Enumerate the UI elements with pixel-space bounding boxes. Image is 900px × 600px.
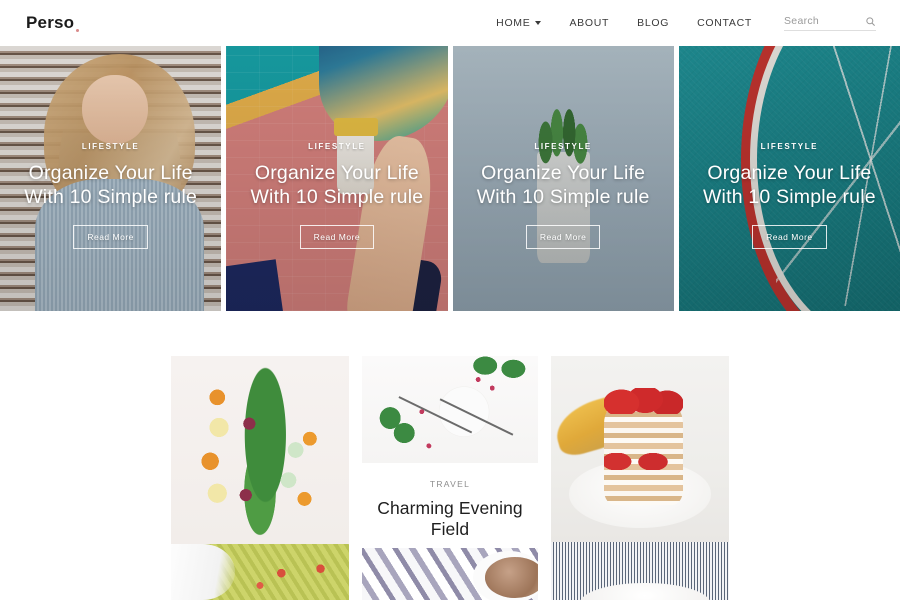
hero-carousel: LIFESTYLE Organize Your Life With 10 Sim… (0, 46, 900, 311)
nav-item-home-label: HOME (496, 17, 531, 29)
read-more-button-3[interactable]: Read More (525, 224, 601, 249)
nav-item-contact[interactable]: CONTACT (683, 17, 766, 29)
post-thumbnail-striped-towel[interactable] (362, 547, 538, 600)
nav-item-contact-label: CONTACT (697, 17, 752, 29)
post-category: TRAVEL (429, 478, 471, 489)
nav-item-blog-label: BLOG (637, 17, 670, 29)
hero-content-3: LIFESTYLE Organize Your Life With 10 Sim… (453, 142, 674, 249)
hero-category-1: LIFESTYLE (81, 142, 140, 151)
site-header: Perso HOME ABOUT BLOG CONTACT (0, 0, 900, 46)
nav-item-about[interactable]: ABOUT (555, 17, 623, 29)
posts-grid: TRAVEL Charming Evening Field (0, 311, 900, 600)
main-navigation: HOME ABOUT BLOG CONTACT (482, 15, 876, 31)
logo-accent-dot (76, 29, 80, 32)
hero-category-4: LIFESTYLE (760, 142, 819, 151)
search-input[interactable] (784, 15, 854, 27)
hero-title-1: Organize Your Life With 10 Simple rule (24, 162, 198, 208)
post-meta-travel: TRAVEL Charming Evening Field (362, 463, 538, 548)
pancake-image-mid-strawberries (604, 452, 683, 470)
hero-category-2: LIFESTYLE (308, 142, 366, 151)
posts-column-middle: TRAVEL Charming Evening Field (362, 356, 538, 600)
post-thumbnail-striped-cloth[interactable] (551, 542, 729, 600)
read-more-button-4[interactable]: Read More (752, 224, 827, 249)
post-thumbnail-plate-cutlery[interactable] (362, 356, 538, 463)
posts-column-right (551, 356, 729, 600)
post-thumbnail-vegetables[interactable] (171, 356, 349, 545)
site-logo[interactable]: Perso (26, 13, 80, 33)
hero-content-1: LIFESTYLE Organize Your Life With 10 Sim… (0, 142, 221, 249)
posts-column-left (171, 356, 349, 600)
hero-content-4: LIFESTYLE Organize Your Life With 10 Sim… (679, 142, 900, 249)
logo-text: Perso (26, 13, 75, 32)
hero-title-2: Organize Your Life With 10 Simple rule (250, 162, 424, 208)
search-container (784, 15, 876, 31)
read-more-button-2[interactable]: Read More (299, 224, 375, 249)
hero-title-4: Organize Your Life With 10 Simple rule (702, 162, 876, 208)
post-thumbnail-pancakes[interactable] (551, 356, 729, 543)
hero-title-3: Organize Your Life With 10 Simple rule (476, 162, 650, 208)
nav-item-blog[interactable]: BLOG (623, 17, 683, 29)
pancake-image-top-strawberries (604, 387, 683, 414)
hero-card-1[interactable]: LIFESTYLE Organize Your Life With 10 Sim… (0, 46, 222, 311)
chevron-down-icon (535, 21, 542, 25)
hero-category-3: LIFESTYLE (534, 142, 592, 151)
nav-item-home[interactable]: HOME (482, 17, 555, 29)
hero-card-3[interactable]: LIFESTYLE Organize Your Life With 10 Sim… (452, 46, 674, 311)
hero-card-2[interactable]: LIFESTYLE Organize Your Life With 10 Sim… (226, 46, 448, 311)
post-thumbnail-pasta-salad[interactable] (171, 544, 349, 600)
post-title[interactable]: Charming Evening Field (362, 498, 538, 540)
hero-content-2: LIFESTYLE Organize Your Life With 10 Sim… (226, 142, 447, 249)
read-more-button-1[interactable]: Read More (73, 224, 148, 249)
search-icon[interactable] (865, 16, 876, 27)
nav-item-about-label: ABOUT (569, 17, 610, 29)
hero-card-4[interactable]: LIFESTYLE Organize Your Life With 10 Sim… (678, 46, 900, 311)
